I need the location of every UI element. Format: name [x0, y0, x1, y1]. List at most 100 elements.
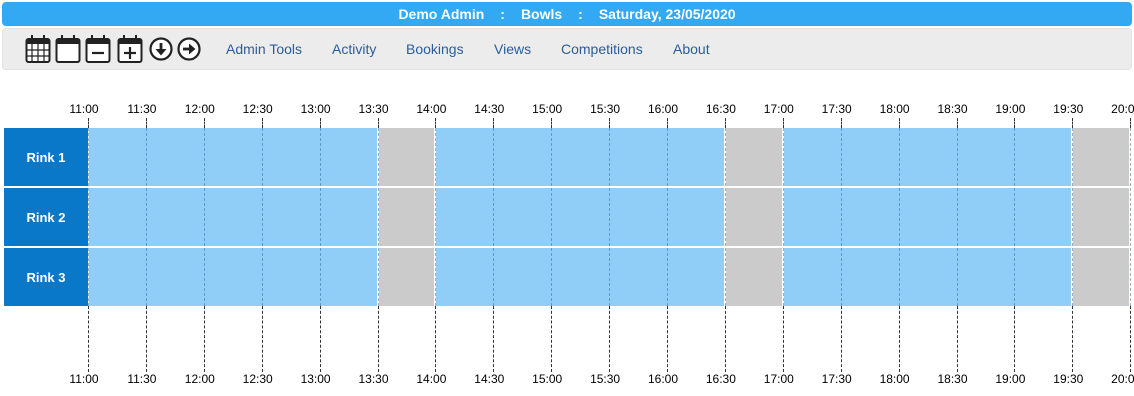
time-tick-label: 12:30: [242, 102, 273, 116]
time-gridline: [435, 128, 437, 306]
arrow-down-circle-icon[interactable]: [149, 37, 173, 61]
time-gridline: [956, 306, 958, 372]
rink-label[interactable]: Rink 1: [4, 128, 88, 186]
time-gridline: [551, 306, 553, 372]
calendar-blank-icon[interactable]: [55, 34, 81, 64]
time-tick-label: 16:30: [705, 102, 736, 116]
time-gridline: [667, 128, 668, 306]
time-gridline: [609, 128, 611, 306]
nav-bar: Admin Tools Activity Bookings Views Comp…: [2, 28, 1132, 70]
calendar-grid-icon[interactable]: [25, 34, 51, 64]
time-gridline: [203, 306, 205, 372]
slot-available[interactable]: [436, 248, 724, 306]
time-tick-label: 15:00: [532, 372, 563, 386]
time-tick-label: 19:30: [1053, 102, 1084, 116]
time-gridline: [1072, 128, 1074, 306]
time-gridline: [898, 306, 900, 372]
time-tick-label: 18:00: [879, 102, 910, 116]
time-tick-label: 13:00: [300, 102, 331, 116]
time-tick-label: 17:30: [821, 102, 852, 116]
club-name: Bowls: [520, 6, 563, 22]
time-gridline: [145, 128, 147, 306]
time-gridline: [1130, 128, 1132, 306]
arrow-right-circle-icon[interactable]: [177, 37, 201, 61]
time-tick-label: 19:00: [995, 102, 1026, 116]
slot-unavailable[interactable]: [1073, 128, 1130, 186]
slot-available[interactable]: [89, 248, 377, 306]
time-tick-label: 17:30: [821, 372, 852, 386]
slot-available[interactable]: [436, 188, 724, 246]
time-tick-label: 19:30: [1053, 372, 1084, 386]
nav-activity[interactable]: Activity: [332, 41, 376, 57]
time-tick-label: 13:00: [300, 372, 331, 386]
nav-competitions[interactable]: Competitions: [561, 41, 643, 57]
time-gridline: [88, 306, 89, 372]
rink-label[interactable]: Rink 3: [4, 248, 88, 306]
calendar-minus-icon[interactable]: [85, 34, 111, 64]
slot-unavailable[interactable]: [378, 248, 435, 306]
rink-label[interactable]: Rink 2: [4, 188, 88, 246]
time-tick-label: 20:00: [1111, 372, 1134, 386]
time-gridline: [840, 118, 842, 128]
time-gridline: [435, 118, 437, 128]
time-gridline: [203, 128, 205, 306]
slot-unavailable[interactable]: [1073, 188, 1130, 246]
time-tick-label: 11:00: [69, 102, 99, 116]
slot-available[interactable]: [89, 188, 377, 246]
slot-unavailable[interactable]: [378, 128, 435, 186]
calendar-plus-icon[interactable]: [117, 34, 143, 64]
time-gridline: [493, 118, 495, 128]
slot-available[interactable]: [89, 128, 377, 186]
time-gridline: [319, 128, 321, 306]
time-tick-label: 11:30: [127, 102, 157, 116]
time-tick-label: 15:30: [590, 102, 621, 116]
time-gridline: [493, 306, 495, 372]
slot-unavailable[interactable]: [378, 188, 435, 246]
time-tick-label: 14:30: [474, 102, 505, 116]
time-gridline: [377, 306, 379, 372]
time-tick-label: 11:30: [127, 372, 157, 386]
timeline-header-top: 11:00 11:30 12:00 12:30 13:00 13:30 14:00 14:30…: [0, 102, 1134, 118]
nav-about[interactable]: About: [673, 41, 710, 57]
time-gridline: [956, 128, 958, 306]
nav-views[interactable]: Views: [494, 41, 531, 57]
time-gridline: [956, 118, 958, 128]
time-gridline: [145, 118, 147, 128]
time-tick-label: 18:30: [937, 102, 968, 116]
title-separator: :: [578, 6, 583, 22]
slot-available[interactable]: [783, 248, 1072, 306]
time-gridline: [319, 118, 321, 128]
time-gridline: [898, 128, 900, 306]
time-tick-label: 20:00: [1111, 102, 1134, 116]
slot-unavailable[interactable]: [1073, 248, 1130, 306]
time-tick-label: 13:30: [358, 102, 389, 116]
time-tick-label: 14:00: [416, 372, 447, 386]
time-gridline: [609, 306, 611, 372]
time-tick-label: 13:30: [358, 372, 389, 386]
time-tick-label: 18:30: [937, 372, 968, 386]
time-gridline: [1130, 306, 1132, 372]
time-gridline: [724, 306, 726, 372]
time-tick-label: 16:00: [647, 102, 679, 116]
time-gridline: [88, 118, 89, 128]
time-tick-label: 15:00: [532, 102, 563, 116]
time-gridline: [1130, 118, 1132, 128]
time-tick-label: 19:00: [995, 372, 1026, 386]
slot-available[interactable]: [783, 188, 1072, 246]
slot-unavailable[interactable]: [725, 188, 782, 246]
time-gridline: [319, 306, 321, 372]
slot-available[interactable]: [783, 128, 1072, 186]
timeline-header-bottom: 11:00 11:30 12:00 12:30 13:00 13:30 14:00 14:30…: [0, 372, 1134, 388]
time-gridline: [493, 128, 495, 306]
time-gridline: [261, 118, 263, 128]
slot-unavailable[interactable]: [725, 248, 782, 306]
slot-unavailable[interactable]: [725, 128, 782, 186]
slot-available[interactable]: [436, 128, 724, 186]
time-gridline: [145, 306, 147, 372]
nav-bookings[interactable]: Bookings: [406, 41, 464, 57]
current-date: Saturday, 23/05/2020: [598, 6, 736, 22]
time-gridline: [435, 306, 437, 372]
time-gridline: [609, 118, 611, 128]
time-tick-label: 15:30: [590, 372, 621, 386]
nav-admin-tools[interactable]: Admin Tools: [226, 41, 302, 57]
